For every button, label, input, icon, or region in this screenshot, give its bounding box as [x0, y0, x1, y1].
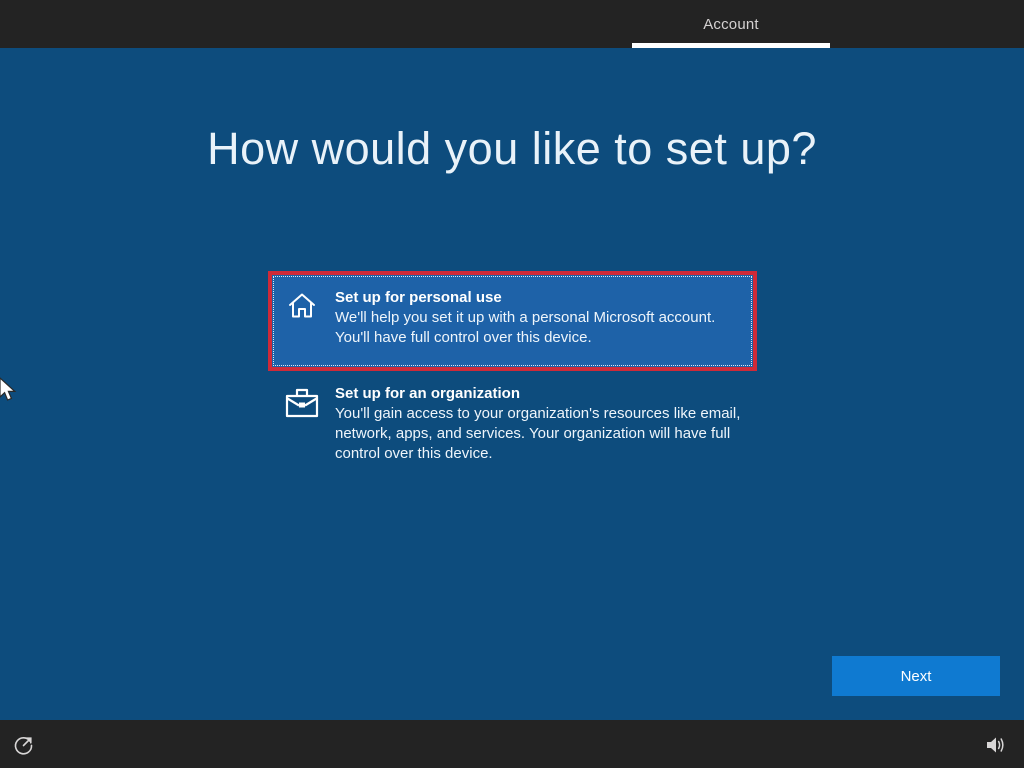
- ease-of-access-icon[interactable]: [12, 733, 35, 761]
- tab-account-underline: [632, 43, 830, 48]
- option-personal-text: Set up for personal use We'll help you s…: [335, 288, 715, 357]
- option-organization-title: Set up for an organization: [335, 385, 521, 402]
- option-organization-desc-line-3: control over this device.: [335, 445, 493, 462]
- bottom-bar: [0, 720, 1024, 768]
- home-icon: [285, 288, 319, 357]
- option-organization-text: Set up for an organization You'll gain a…: [335, 384, 740, 464]
- option-personal-desc-line-2: You'll have full control over this devic…: [335, 329, 592, 346]
- next-button[interactable]: Next: [832, 656, 1000, 696]
- tab-account-label: Account: [703, 15, 759, 33]
- tab-account: Account: [632, 0, 830, 48]
- top-progress-bar: Account: [0, 0, 1024, 48]
- option-personal-desc-line-1: We'll help you set it up with a personal…: [335, 309, 716, 326]
- oobe-setup-screen: Account How would you like to set up? Se…: [0, 0, 1024, 768]
- mouse-cursor: [0, 377, 18, 410]
- briefcase-icon: [285, 384, 319, 464]
- option-personal-title: Set up for personal use: [335, 289, 502, 306]
- option-setup-personal-use[interactable]: Set up for personal use We'll help you s…: [268, 271, 757, 371]
- page-title: How would you like to set up?: [207, 123, 817, 174]
- option-organization-desc-line-1: You'll gain access to your organization'…: [335, 405, 741, 422]
- option-organization-desc-line-2: network, apps, and services. Your organi…: [335, 425, 731, 442]
- volume-icon[interactable]: [985, 736, 1007, 759]
- next-button-label: Next: [900, 667, 932, 685]
- option-setup-organization[interactable]: Set up for an organization You'll gain a…: [268, 380, 757, 474]
